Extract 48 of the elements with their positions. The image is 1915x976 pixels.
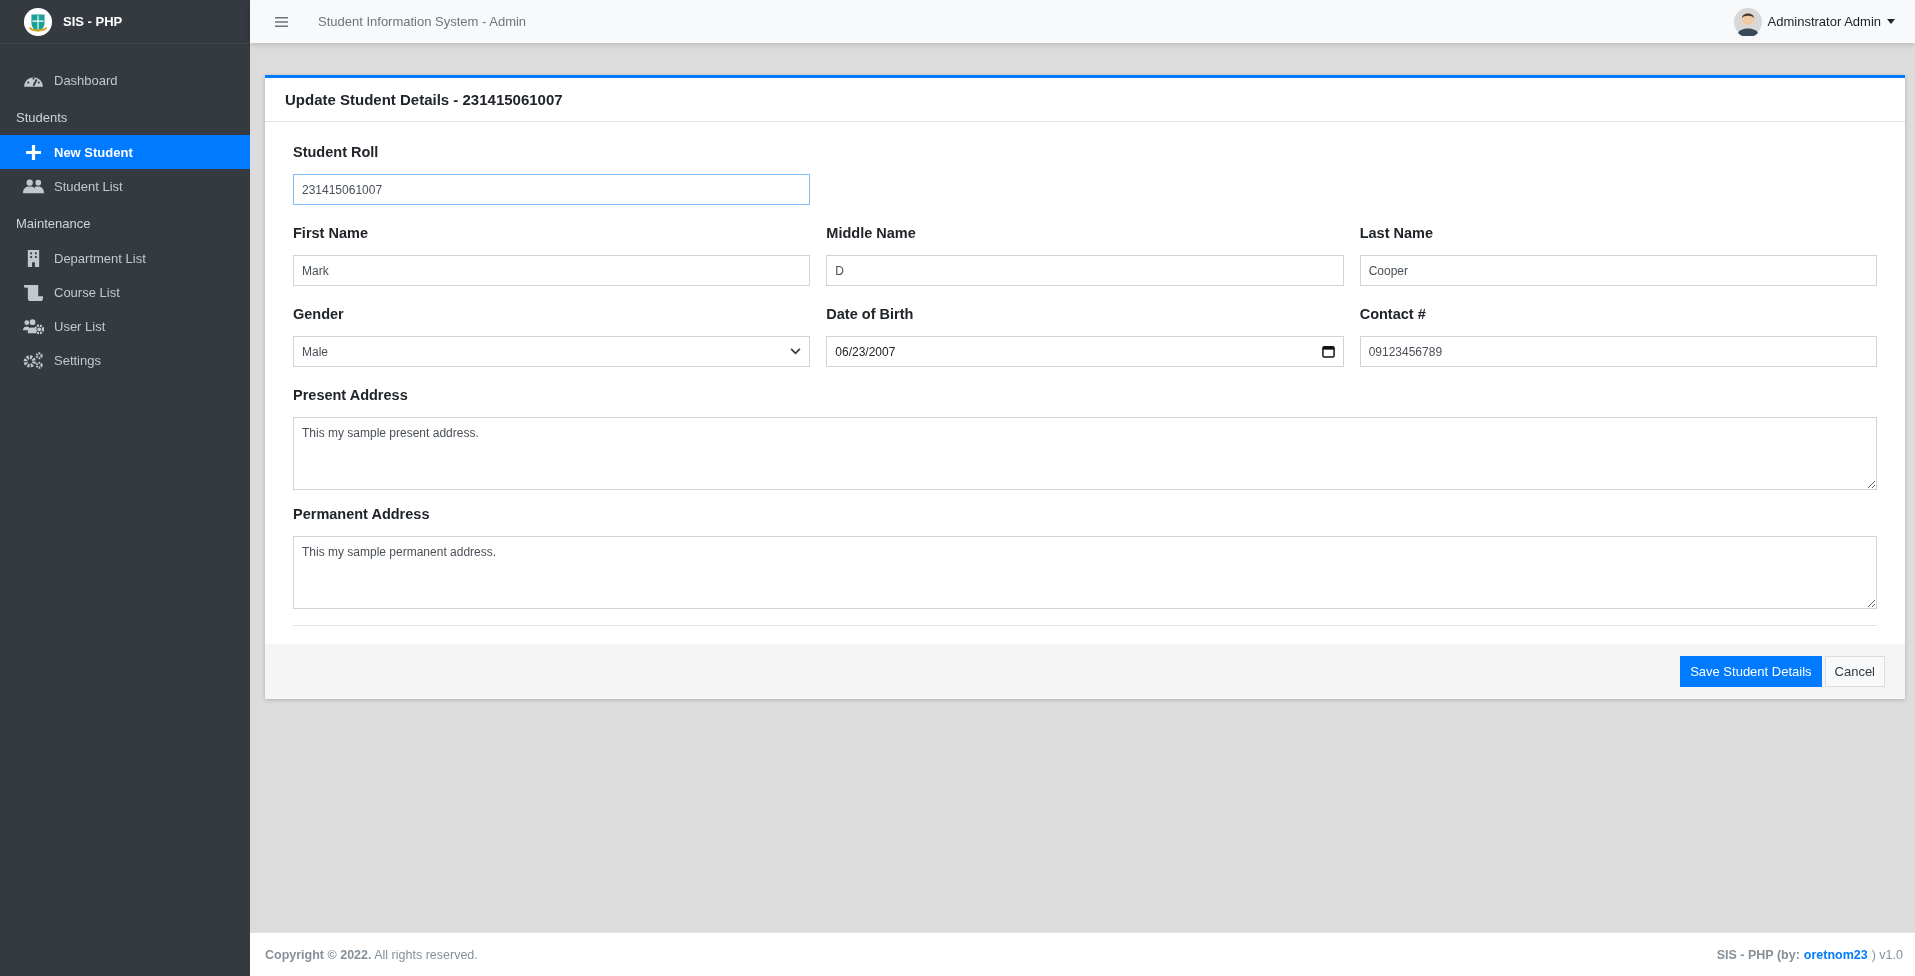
sidebar-item[interactable]: Course List — [0, 275, 250, 309]
menu-icon[interactable] — [275, 15, 288, 28]
sidebar-item[interactable]: New Student — [0, 135, 250, 169]
brand-title[interactable]: SIS - PHP — [63, 14, 123, 29]
version-text: ) v1.0 — [1871, 947, 1903, 962]
sidebar-item[interactable]: User List — [0, 309, 250, 343]
calendar-icon — [1321, 345, 1335, 358]
field-label: Contact # — [1359, 306, 1427, 322]
copyright-text: Copyright © 2022. All rights reserved. — [265, 947, 478, 962]
card-title: Update Student Details - 231415061007 — [285, 91, 563, 108]
caret-icon — [1887, 19, 1895, 24]
field-label: Student Roll — [293, 144, 380, 160]
shield-logo-icon — [23, 6, 53, 37]
cancel-button[interactable]: Cancel — [1824, 656, 1885, 687]
sidebar-section-heading: Maintenance — [15, 215, 92, 233]
author-link[interactable]: oretnom23 — [1803, 947, 1868, 962]
sidebar-item[interactable]: Settings — [0, 343, 250, 377]
field-label: Middle Name — [826, 225, 917, 241]
app-title[interactable]: Student Information System - Admin — [318, 14, 527, 29]
field-label: Present Address — [293, 387, 409, 403]
chevron-down-icon — [790, 348, 802, 355]
gender-select[interactable]: Male — [293, 336, 811, 367]
sidebar-section-heading: Students — [15, 109, 69, 127]
text-input[interactable]: 09123456789 — [1359, 336, 1877, 367]
gears-icon — [23, 351, 44, 369]
text-input[interactable]: Mark — [293, 255, 811, 286]
field-label: Permanent Address — [293, 506, 431, 522]
address-textarea[interactable]: This my sample permanent address. — [293, 536, 1877, 609]
scroll-icon — [23, 283, 44, 301]
field-label: First Name — [293, 225, 369, 241]
sidebar-item[interactable]: Department List — [0, 241, 250, 275]
field-label: Last Name — [1359, 225, 1434, 241]
text-input[interactable]: 231415061007 — [293, 174, 811, 205]
text-input[interactable]: Cooper — [1359, 255, 1877, 286]
sidebar-item[interactable]: Dashboard — [0, 63, 250, 97]
avatar-icon — [1733, 7, 1762, 36]
date-input[interactable]: 06/23/2007 — [826, 336, 1344, 367]
users-gear-icon — [23, 317, 44, 335]
sidebar-item[interactable]: Student List — [0, 169, 250, 203]
text-input[interactable]: D — [826, 255, 1344, 286]
credit-text: SIS - PHP (by: — [1716, 947, 1800, 962]
plus-icon — [23, 143, 44, 161]
save-button[interactable]: Save Student Details — [1680, 656, 1822, 687]
users-icon — [23, 177, 44, 195]
field-label: Gender — [293, 306, 345, 322]
field-label: Date of Birth — [826, 306, 915, 322]
address-textarea[interactable]: This my sample present address. — [293, 417, 1877, 490]
user-menu[interactable]: Adminstrator Admin — [1733, 7, 1895, 36]
